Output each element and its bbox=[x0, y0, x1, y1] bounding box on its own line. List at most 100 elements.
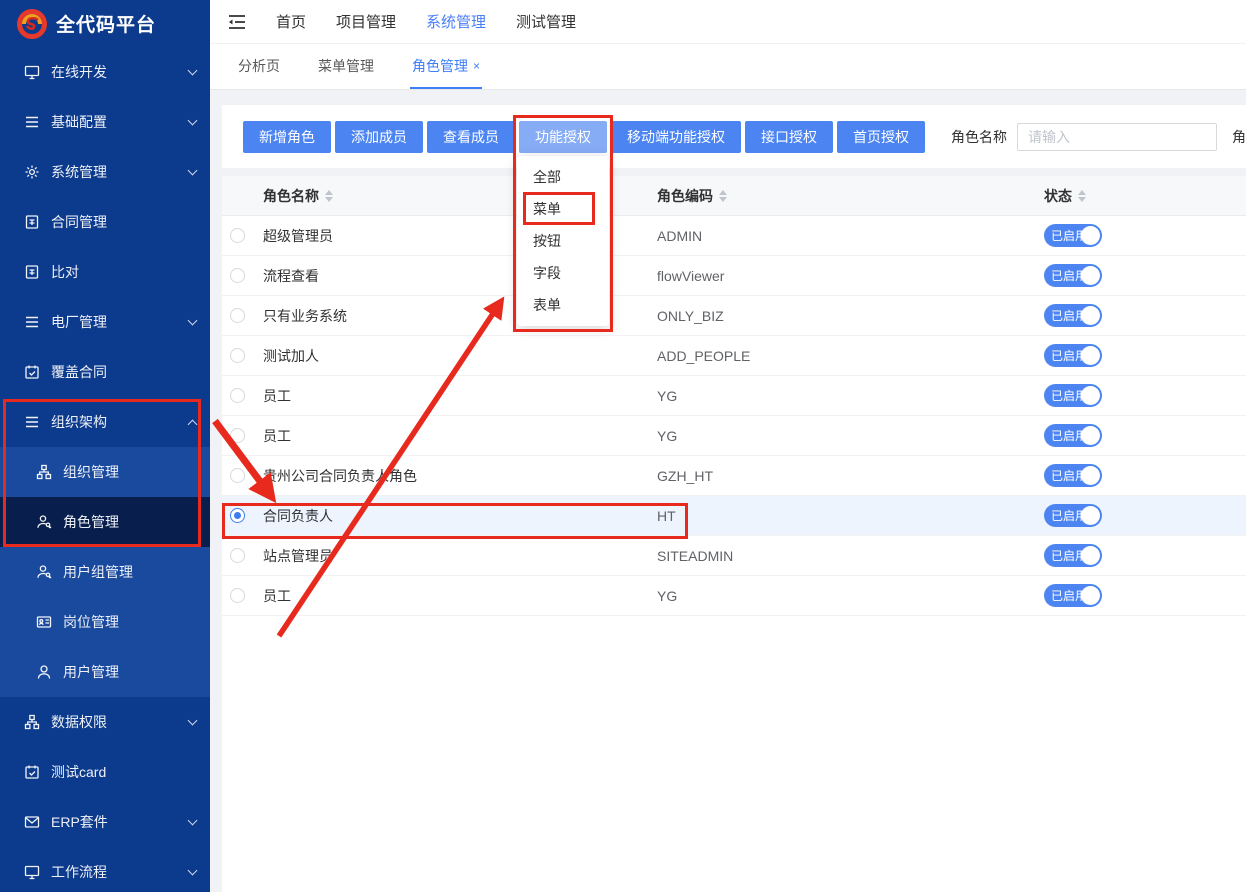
column-header-role-code[interactable]: 角色编码 bbox=[657, 186, 1044, 206]
dropdown-item-menu[interactable]: 菜单 bbox=[517, 193, 609, 225]
topnav-project-mgmt[interactable]: 项目管理 bbox=[336, 11, 396, 32]
table-row[interactable]: 只有业务系统 ONLY_BIZ 已启用 bbox=[222, 296, 1246, 336]
column-header-label: 状态 bbox=[1044, 186, 1072, 206]
role-code-cell: ONLY_BIZ bbox=[657, 308, 1044, 324]
table-row[interactable]: 员工 YG 已启用 bbox=[222, 376, 1246, 416]
table-row[interactable]: 超级管理员 ADMIN 已启用 bbox=[222, 216, 1246, 256]
sidebar-item-erp-suite[interactable]: ERP套件 bbox=[0, 797, 210, 847]
status-toggle[interactable]: 已启用 bbox=[1044, 344, 1102, 367]
dropdown-item-field[interactable]: 字段 bbox=[517, 257, 609, 289]
role-code-cell: YG bbox=[657, 388, 1044, 404]
status-toggle[interactable]: 已启用 bbox=[1044, 504, 1102, 527]
tab-analysis[interactable]: 分析页 bbox=[236, 44, 282, 89]
table-row[interactable]: 员工 YG 已启用 bbox=[222, 576, 1246, 616]
tab-role-mgmt[interactable]: 角色管理 × bbox=[410, 44, 482, 89]
topnav-system-mgmt[interactable]: 系统管理 bbox=[426, 11, 486, 32]
tab-menu-mgmt[interactable]: 菜单管理 bbox=[316, 44, 376, 89]
menu-fold-icon[interactable] bbox=[228, 14, 246, 30]
toolbar: 新增角色 添加成员 查看成员 功能授权 移动端功能授权 接口授权 首页授权 角色… bbox=[222, 105, 1246, 168]
sidebar-item-user-group-mgmt[interactable]: 用户组管理 bbox=[0, 547, 210, 597]
add-member-button[interactable]: 添加成员 bbox=[335, 121, 423, 153]
sidebar-item-label: 组织架构 bbox=[51, 412, 189, 432]
function-auth-button[interactable]: 功能授权 bbox=[519, 121, 607, 153]
row-radio[interactable] bbox=[230, 228, 245, 243]
column-header-label: 角色名称 bbox=[263, 186, 319, 206]
table-row[interactable]: 员工 YG 已启用 bbox=[222, 416, 1246, 456]
sidebar-item-system-mgmt[interactable]: 系统管理 bbox=[0, 147, 210, 197]
person-icon bbox=[36, 664, 52, 680]
sidebar-item-org-structure[interactable]: 组织架构 bbox=[0, 397, 210, 447]
sidebar-item-post-mgmt[interactable]: 岗位管理 bbox=[0, 597, 210, 647]
close-icon[interactable]: × bbox=[473, 59, 480, 73]
person-key-icon bbox=[36, 514, 52, 530]
table-header-row: 角色名称 角色编码 状态 bbox=[222, 176, 1246, 216]
sidebar-item-plant-mgmt[interactable]: 电厂管理 bbox=[0, 297, 210, 347]
topnav-test-mgmt[interactable]: 测试管理 bbox=[516, 11, 576, 32]
sort-icon bbox=[1078, 190, 1086, 202]
table-row[interactable]: 测试加人 ADD_PEOPLE 已启用 bbox=[222, 336, 1246, 376]
tab-label: 分析页 bbox=[238, 56, 280, 76]
sidebar-item-org-mgmt[interactable]: 组织管理 bbox=[0, 447, 210, 497]
topnav-home[interactable]: 首页 bbox=[276, 11, 306, 32]
mail-icon bbox=[24, 814, 40, 830]
sidebar-item-role-mgmt[interactable]: 角色管理 bbox=[0, 497, 210, 547]
row-radio[interactable] bbox=[230, 468, 245, 483]
person-key-icon bbox=[36, 564, 52, 580]
add-role-button[interactable]: 新增角色 bbox=[243, 121, 331, 153]
dropdown-item-button[interactable]: 按钮 bbox=[517, 225, 609, 257]
sidebar-item-user-mgmt[interactable]: 用户管理 bbox=[0, 647, 210, 697]
table-row[interactable]: 流程查看 flowViewer 已启用 bbox=[222, 256, 1246, 296]
chevron-down-icon bbox=[188, 115, 198, 125]
sidebar-item-label: 比对 bbox=[51, 262, 196, 282]
role-name-cell: 测试加人 bbox=[263, 346, 657, 366]
row-radio-checked[interactable] bbox=[230, 508, 245, 523]
sidebar-item-test-card[interactable]: 测试card bbox=[0, 747, 210, 797]
row-radio[interactable] bbox=[230, 388, 245, 403]
status-toggle[interactable]: 已启用 bbox=[1044, 424, 1102, 447]
sidebar-item-workflow[interactable]: 工作流程 bbox=[0, 847, 210, 892]
role-name-cell: 员工 bbox=[263, 386, 657, 406]
row-radio[interactable] bbox=[230, 428, 245, 443]
sidebar-item-label: 在线开发 bbox=[51, 62, 189, 82]
status-toggle[interactable]: 已启用 bbox=[1044, 264, 1102, 287]
sidebar-item-online-dev[interactable]: 在线开发 bbox=[0, 47, 210, 97]
row-radio[interactable] bbox=[230, 588, 245, 603]
status-toggle[interactable]: 已启用 bbox=[1044, 464, 1102, 487]
status-toggle[interactable]: 已启用 bbox=[1044, 304, 1102, 327]
function-auth-dropdown: 全部 菜单 按钮 字段 表单 bbox=[517, 156, 609, 326]
homepage-auth-button[interactable]: 首页授权 bbox=[837, 121, 925, 153]
role-code-cell: GZH_HT bbox=[657, 468, 1044, 484]
sidebar-item-contract-mgmt[interactable]: 合同管理 bbox=[0, 197, 210, 247]
sidebar-item-label: 覆盖合同 bbox=[51, 362, 196, 382]
status-toggle[interactable]: 已启用 bbox=[1044, 384, 1102, 407]
row-radio[interactable] bbox=[230, 268, 245, 283]
sidebar-item-label: 基础配置 bbox=[51, 112, 189, 132]
org-chart-icon bbox=[36, 464, 52, 480]
row-radio[interactable] bbox=[230, 348, 245, 363]
table-row[interactable]: 贵州公司合同负责人角色 GZH_HT 已启用 bbox=[222, 456, 1246, 496]
table-row[interactable]: 站点管理员 SITEADMIN 已启用 bbox=[222, 536, 1246, 576]
row-radio[interactable] bbox=[230, 548, 245, 563]
dropdown-item-form[interactable]: 表单 bbox=[517, 289, 609, 321]
tab-label: 角色管理 bbox=[412, 56, 468, 76]
row-radio[interactable] bbox=[230, 308, 245, 323]
sidebar-item-cover-contract[interactable]: 覆盖合同 bbox=[0, 347, 210, 397]
sidebar-item-base-config[interactable]: 基础配置 bbox=[0, 97, 210, 147]
view-members-button[interactable]: 查看成员 bbox=[427, 121, 515, 153]
sidebar-item-compare[interactable]: 比对 bbox=[0, 247, 210, 297]
status-toggle[interactable]: 已启用 bbox=[1044, 224, 1102, 247]
role-name-cell: 贵州公司合同负责人角色 bbox=[263, 466, 657, 486]
api-auth-button[interactable]: 接口授权 bbox=[745, 121, 833, 153]
sidebar-item-label: 用户管理 bbox=[63, 662, 196, 682]
chevron-down-icon bbox=[188, 315, 198, 325]
toggle-knob bbox=[1081, 306, 1100, 325]
brand-logo-icon bbox=[16, 8, 48, 40]
dropdown-item-all[interactable]: 全部 bbox=[517, 161, 609, 193]
status-toggle[interactable]: 已启用 bbox=[1044, 544, 1102, 567]
role-name-input[interactable] bbox=[1017, 123, 1217, 151]
column-header-status[interactable]: 状态 bbox=[1044, 186, 1246, 206]
status-toggle[interactable]: 已启用 bbox=[1044, 584, 1102, 607]
table-row-selected[interactable]: 合同负责人 HT 已启用 bbox=[222, 496, 1246, 536]
sidebar-item-data-permission[interactable]: 数据权限 bbox=[0, 697, 210, 747]
mobile-function-auth-button[interactable]: 移动端功能授权 bbox=[611, 121, 741, 153]
